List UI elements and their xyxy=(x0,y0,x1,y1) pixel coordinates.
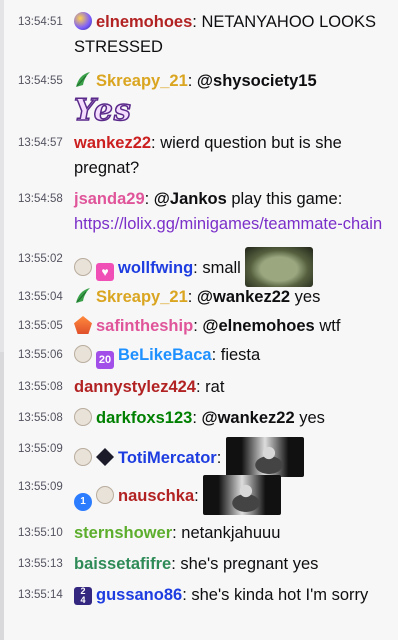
message-text: rat xyxy=(205,378,225,396)
username[interactable]: Skreapy_21 xyxy=(96,288,188,306)
chat-message: 13:55:08 darkfoxs123: @wankez22 yes xyxy=(0,400,398,431)
timestamp: 13:55:08 xyxy=(18,381,63,393)
yes-emote[interactable]: Yes xyxy=(73,93,132,129)
flame-badge-icon[interactable] xyxy=(74,316,92,334)
twentyfour-badge-icon[interactable]: 24 xyxy=(74,587,92,605)
timestamp: 13:55:13 xyxy=(18,558,63,570)
chat-message: 13:55:05 safintheship: @elnemohoes wtf xyxy=(0,310,398,339)
timestamp: 13:54:57 xyxy=(18,137,63,149)
message-text: yes xyxy=(294,288,321,306)
mention[interactable]: @Jankos xyxy=(154,190,227,208)
timestamp: 13:55:08 xyxy=(18,412,63,424)
timestamp: 13:54:55 xyxy=(18,75,63,87)
username[interactable]: TotiMercator xyxy=(118,449,217,467)
message-link[interactable]: https://lolix.gg/minigames/teammate-chai… xyxy=(74,215,382,233)
username[interactable]: Skreapy_21 xyxy=(96,72,188,90)
username[interactable]: darkfoxs123 xyxy=(96,409,192,427)
timestamp: 13:55:09 xyxy=(18,481,63,493)
username[interactable]: gussano86 xyxy=(96,586,182,604)
timestamp: 13:55:05 xyxy=(18,320,63,332)
message-text: play this game: xyxy=(231,190,343,208)
chat-message: 13:55:06 20 BeLikeBaca: fiesta xyxy=(0,339,398,369)
chat-message: 13:55:09 TotiMercator: xyxy=(0,431,398,477)
chat-log: 13:54:51 elnemohoes: NETANYAHOO LOOKS ST… xyxy=(0,0,398,608)
message-text: she's pregnant yes xyxy=(180,555,319,573)
face-badge-icon[interactable] xyxy=(74,258,92,276)
message-text: wtf xyxy=(319,317,341,335)
chat-message: 13:55:14 2 4 gussano86: she's kinda hot I'… xyxy=(0,577,398,608)
mention[interactable]: @elnemohoes xyxy=(202,317,314,335)
username[interactable]: elnemohoes xyxy=(96,13,192,31)
username[interactable]: BeLikeBaca xyxy=(118,346,212,364)
mention[interactable]: @wankez22 xyxy=(197,288,290,306)
timestamp: 13:55:06 xyxy=(18,349,63,361)
timestamp: 13:55:14 xyxy=(18,589,63,601)
username[interactable]: wankez22 xyxy=(74,134,151,152)
username[interactable]: jsanda29 xyxy=(74,190,145,208)
mention[interactable]: @shysociety15 xyxy=(197,72,317,90)
frog-emote[interactable] xyxy=(245,247,314,287)
message-text: she's kinda hot I'm sorry xyxy=(191,586,369,604)
chat-message: 13:54:58 jsanda29: @Jankos play this gam… xyxy=(0,181,398,237)
chat-message: 13:55:13 baissetafifre: she's pregnant y… xyxy=(0,546,398,577)
leaf-badge-icon[interactable] xyxy=(74,71,92,89)
heart-badge-icon[interactable] xyxy=(96,263,114,281)
face-badge-icon[interactable] xyxy=(74,345,92,363)
chat-message: 13:54:55 Skreapy_21: @shysociety15 Yes xyxy=(0,60,398,129)
timestamp: 13:55:02 xyxy=(18,253,63,265)
timestamp: 13:55:10 xyxy=(18,527,63,539)
message-text: fiesta xyxy=(220,346,261,364)
face-badge-icon[interactable] xyxy=(96,486,114,504)
mention[interactable]: @wankez22 xyxy=(201,409,294,427)
chat-message: 13:54:51 elnemohoes: NETANYAHOO LOOKS ST… xyxy=(0,0,398,60)
username[interactable]: safintheship xyxy=(96,317,193,335)
username[interactable]: wollfwing xyxy=(118,259,193,277)
chat-message: 13:55:08 dannystylez424: rat xyxy=(0,369,398,400)
badge-orb-icon[interactable] xyxy=(74,12,92,30)
timestamp: 13:54:51 xyxy=(18,16,63,28)
ninja-badge-icon[interactable] xyxy=(96,448,114,466)
face-badge-icon[interactable] xyxy=(74,408,92,426)
face-badge-icon[interactable] xyxy=(74,448,92,466)
timestamp: 13:55:09 xyxy=(18,443,63,455)
username[interactable]: sternshower xyxy=(74,524,172,542)
chat-message: 13:54:57 wankez22: wierd question but is… xyxy=(0,125,398,181)
timestamp: 13:55:04 xyxy=(18,291,63,303)
chat-message: 13:55:10 sternshower: netankjahuuu xyxy=(0,509,398,546)
twenty-badge-icon[interactable]: 20 xyxy=(96,351,114,369)
chat-message: 13:55:02 wollfwing: small xyxy=(0,237,398,287)
chat-message: 13:55:09 1 nauschka: xyxy=(0,471,398,515)
username[interactable]: dannystylez424 xyxy=(74,378,196,396)
leaf-badge-icon[interactable] xyxy=(74,287,92,305)
message-text: small xyxy=(202,259,241,277)
message-text: netankjahuuu xyxy=(181,524,281,542)
username[interactable]: baissetafifre xyxy=(74,555,171,573)
message-text: yes xyxy=(299,409,325,427)
chat-message: 13:55:04 Skreapy_21: @wankez22 yes xyxy=(0,283,398,310)
username[interactable]: nauschka xyxy=(118,487,194,505)
timestamp: 13:54:58 xyxy=(18,193,63,205)
